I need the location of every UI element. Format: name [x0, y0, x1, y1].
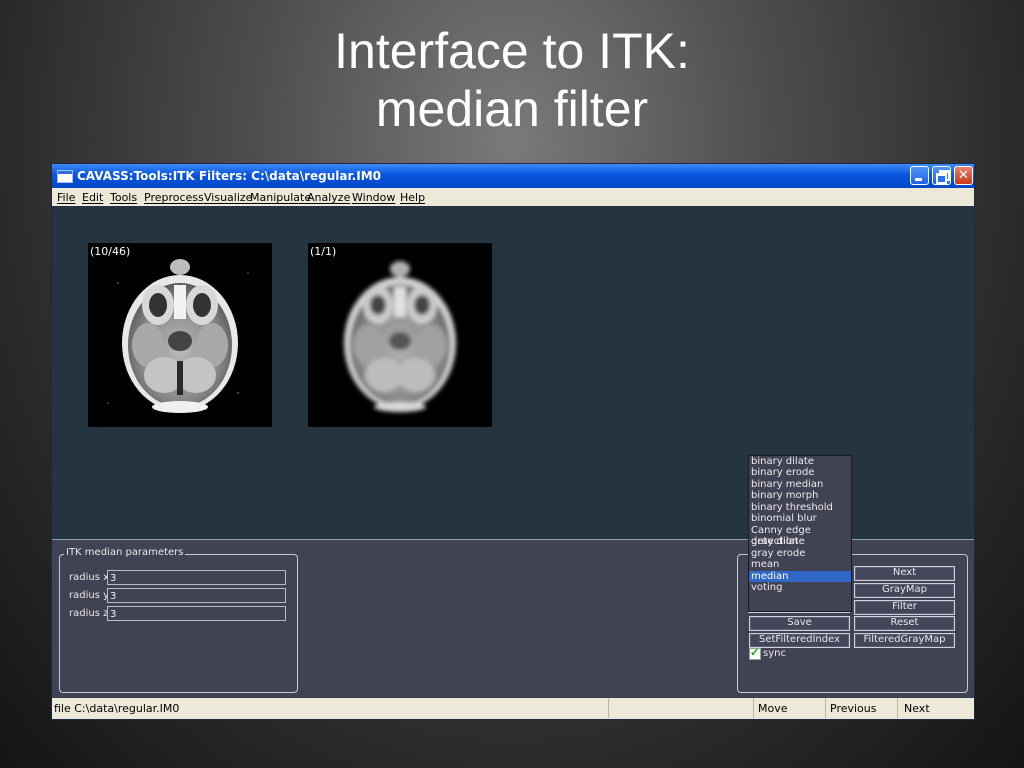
status-move: Move — [758, 702, 788, 715]
status-cell-previous: Previous — [825, 698, 898, 718]
filter-option[interactable]: binary morph — [749, 490, 851, 501]
window-titlebar[interactable]: CAVASS:Tools:ITK Filters: C:\data\regula… — [52, 164, 974, 188]
menu-help[interactable]: Help — [400, 191, 425, 204]
original-image-panel[interactable]: (10/46) — [88, 243, 272, 427]
filter-option[interactable]: gray dilate — [749, 536, 851, 547]
radius-y-label: radius y — [69, 590, 110, 601]
sync-label: sync — [763, 648, 786, 659]
slide-title: Interface to ITK: median filter — [0, 22, 1024, 138]
slide-title-line1: Interface to ITK: — [334, 23, 690, 79]
radius-y-input[interactable]: 3 — [107, 588, 286, 603]
next-button[interactable]: Next — [854, 566, 955, 581]
menu-file[interactable]: File — [57, 191, 75, 204]
filter-option[interactable]: binary threshold — [749, 502, 851, 513]
filtered-graymap-button[interactable]: FilteredGrayMap — [854, 633, 955, 648]
window-app-icon — [57, 170, 73, 183]
filter-dropdown-list[interactable]: binary dilate binary erode binary median… — [748, 455, 852, 612]
radius-x-input[interactable]: 3 — [107, 570, 286, 585]
filtered-image-panel[interactable]: (1/1) — [308, 243, 492, 427]
filter-option[interactable]: voting — [749, 582, 851, 593]
close-button[interactable]: ✕ — [954, 166, 973, 185]
filter-option[interactable]: binary dilate — [749, 456, 851, 467]
status-cell-blank — [608, 698, 754, 718]
save-button[interactable]: Save — [749, 616, 850, 631]
filter-option[interactable]: mean — [749, 559, 851, 570]
radius-z-input[interactable]: 3 — [107, 606, 286, 621]
status-file: file C:\data\regular.IM0 — [54, 702, 180, 715]
graymap-button[interactable]: GrayMap — [854, 583, 955, 598]
filter-option[interactable]: gray erode — [749, 548, 851, 559]
filter-option[interactable]: binary median — [749, 479, 851, 490]
menu-analyze[interactable]: Analyze — [307, 191, 350, 204]
filtered-image-index: (1/1) — [310, 245, 337, 258]
menu-visualize[interactable]: Visualize — [204, 191, 252, 204]
mri-original-image — [107, 259, 249, 413]
reset-button[interactable]: Reset — [854, 616, 955, 631]
menu-window[interactable]: Window — [352, 191, 395, 204]
status-next: Next — [904, 702, 930, 715]
menu-preprocess[interactable]: Preprocess — [144, 191, 204, 204]
menu-tools[interactable]: Tools — [110, 191, 137, 204]
set-filtered-index-button[interactable]: SetFilteredIndex — [749, 633, 850, 648]
filter-option-selected[interactable]: median — [749, 571, 851, 582]
menu-bar: File Edit Tools Preprocess Visualize Man… — [52, 188, 974, 206]
menu-manipulate[interactable]: Manipulate — [250, 191, 311, 204]
restore-icon-front — [936, 173, 947, 184]
status-cell-next: Next — [897, 698, 974, 718]
close-icon: ✕ — [958, 168, 969, 183]
minimize-icon — [915, 178, 922, 181]
slide-title-line2: median filter — [375, 81, 649, 137]
filter-button[interactable]: Filter — [854, 600, 955, 615]
status-cell-move: Move — [753, 698, 826, 718]
app-window: CAVASS:Tools:ITK Filters: C:\data\regula… — [51, 163, 975, 720]
menu-edit[interactable]: Edit — [82, 191, 103, 204]
sync-checkbox[interactable] — [749, 646, 761, 660]
radius-x-label: radius x — [69, 572, 110, 583]
median-params-group: ITK median parameters radius x 3 radius … — [59, 547, 298, 693]
mri-filtered-image — [344, 261, 456, 412]
window-title: CAVASS:Tools:ITK Filters: C:\data\regula… — [77, 169, 381, 183]
filter-option[interactable]: binary erode — [749, 467, 851, 478]
original-image-index: (10/46) — [90, 245, 131, 258]
filter-option[interactable]: binomial blur — [749, 513, 851, 524]
median-params-title: ITK median parameters — [64, 547, 186, 558]
maximize-button[interactable] — [932, 166, 951, 185]
radius-z-label: radius z — [69, 608, 109, 619]
minimize-button[interactable] — [910, 166, 929, 185]
status-previous: Previous — [830, 702, 877, 715]
status-bar: file C:\data\regular.IM0 Move Previous N… — [52, 698, 974, 719]
filter-option[interactable]: Canny edge detection — [749, 525, 851, 547]
